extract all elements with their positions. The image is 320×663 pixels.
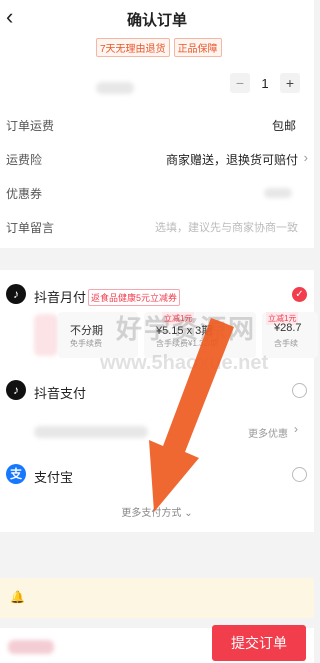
shipping-value: 包邮 bbox=[271, 119, 296, 133]
top-bar: ‹ 确认订单 bbox=[0, 0, 314, 36]
blurred-price bbox=[8, 640, 54, 654]
alipay-radio[interactable] bbox=[292, 467, 307, 482]
more-payment-label: 更多支付方式 bbox=[121, 508, 182, 519]
yuefu-check-icon[interactable]: ✓ bbox=[292, 287, 307, 302]
watermark-url: www.5haoxue.net bbox=[100, 352, 269, 374]
installment-title: ¥28.7 bbox=[274, 322, 302, 334]
note-input[interactable]: 选填，建议先与商家协商一致 bbox=[155, 219, 298, 235]
installment-option[interactable]: 立减1元 ¥28.7 含手续 bbox=[262, 312, 318, 358]
chevron-right-icon: › bbox=[303, 150, 308, 165]
watermark-text: 好学资源网 bbox=[116, 314, 257, 344]
douyin-pay-radio[interactable] bbox=[292, 383, 307, 398]
bottom-bar: 提交订单 bbox=[0, 625, 314, 663]
coupon-row[interactable]: 优惠券 bbox=[0, 176, 314, 210]
installment-sub: 免手续费 bbox=[70, 339, 102, 348]
note-row[interactable]: 订单留言 选填，建议先与商家协商一致 bbox=[0, 210, 314, 244]
alipay-icon: 支 bbox=[6, 464, 26, 484]
shipping-label: 订单运费 bbox=[6, 119, 55, 133]
chevron-right-icon: › bbox=[294, 422, 298, 436]
blurred-area bbox=[34, 314, 58, 356]
coupon-label: 优惠券 bbox=[6, 187, 43, 201]
yuefu-title[interactable]: 抖音月付 bbox=[34, 287, 86, 306]
insurance-value: 商家赠送，退换货可赔付 bbox=[165, 153, 298, 167]
plus-button[interactable]: + bbox=[280, 73, 300, 93]
tag-return: 7天无理由退货 bbox=[96, 38, 170, 57]
insurance-label: 运费险 bbox=[6, 153, 43, 167]
order-card: 7天无理由退货 正品保障 − 1 + 订单运费 包邮 运费险 商家赠送，退换货可… bbox=[0, 36, 314, 248]
douyin-icon: ♪ bbox=[6, 284, 26, 304]
quantity-value: 1 bbox=[261, 75, 269, 91]
douyin-pay-title[interactable]: 抖音支付 bbox=[34, 383, 86, 402]
minus-button[interactable]: − bbox=[230, 73, 250, 93]
shipping-row: 订单运费 包邮 bbox=[0, 108, 314, 142]
note-label: 订单留言 bbox=[6, 221, 55, 235]
installment-sub: 含手续 bbox=[274, 339, 298, 348]
blurred-product-spec bbox=[96, 82, 134, 94]
tag-authentic: 正品保障 bbox=[173, 38, 222, 57]
douyin-pay-icon: ♪ bbox=[6, 380, 26, 400]
blurred-area bbox=[34, 426, 148, 438]
page-title: 确认订单 bbox=[126, 12, 187, 29]
blurred-coupon-value bbox=[264, 188, 292, 198]
chevron-down-icon: ⌄ bbox=[184, 508, 193, 519]
more-payment-methods[interactable]: 更多支付方式 ⌄ bbox=[0, 504, 314, 519]
yuefu-promo-badge: 返食品健康5元立减券 bbox=[88, 289, 181, 306]
notice-bar: 🔔 bbox=[0, 578, 314, 618]
quantity-stepper[interactable]: − 1 + bbox=[230, 73, 300, 93]
guarantee-tags: 7天无理由退货 正品保障 bbox=[96, 38, 222, 57]
submit-order-button[interactable]: 提交订单 bbox=[212, 625, 306, 661]
more-discount-link[interactable]: 更多优惠 bbox=[248, 425, 288, 440]
bell-icon: 🔔 bbox=[10, 590, 25, 604]
alipay-title[interactable]: 支付宝 bbox=[34, 467, 73, 486]
installment-title: 不分期 bbox=[70, 325, 103, 337]
insurance-row[interactable]: 运费险 商家赠送，退换货可赔付 › bbox=[0, 142, 314, 176]
